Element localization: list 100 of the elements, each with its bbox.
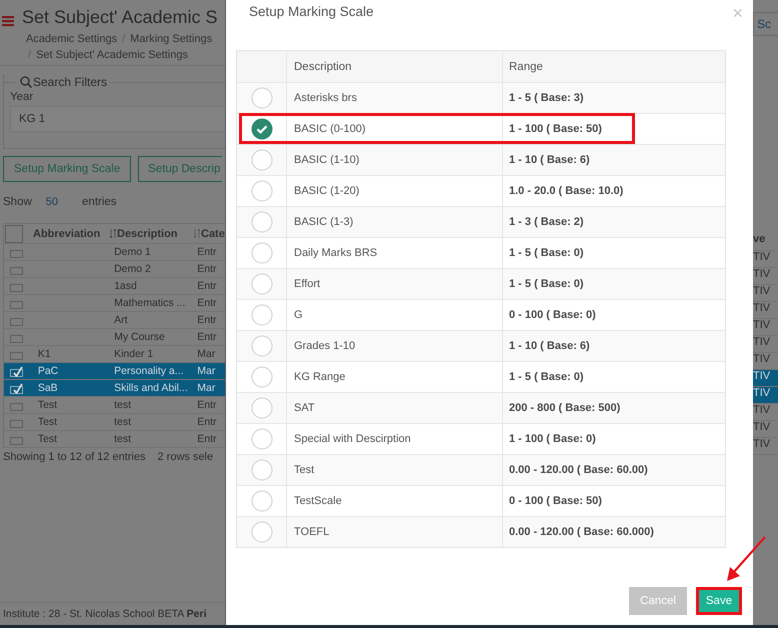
table-row[interactable]: BASIC (1-3) 1 - 3 ( Base: 2) <box>237 206 725 237</box>
radio-button[interactable] <box>250 87 272 109</box>
table-cell-text: PaC <box>36 365 60 377</box>
table-cell-text: Entr <box>197 314 218 326</box>
table-cell-text: 0.00 - 120.00 ( Base: 60.00) <box>508 463 649 478</box>
menu-icon[interactable] <box>2 15 14 27</box>
table-cell-text: Test <box>36 399 58 411</box>
table-cell-text: Entr <box>197 433 218 445</box>
table-row[interactable]: Art Entr <box>4 312 225 329</box>
sort-icon <box>110 229 116 238</box>
radio-button[interactable] <box>250 211 272 233</box>
column-header[interactable]: Abbreviation <box>31 228 110 240</box>
radio-button[interactable] <box>250 366 272 388</box>
table-cell-text: 0 - 100 ( Base: 50) <box>508 494 603 509</box>
table-cell-text: test <box>114 416 132 428</box>
radio-button[interactable] <box>250 459 272 481</box>
breadcrumb-separator: / <box>122 33 126 47</box>
table-cell-text: 1 - 10 ( Base: 6) <box>508 339 591 354</box>
institute-info: Institute : 28 - St. Nicolas School BETA Peri <box>3 608 206 620</box>
table-row[interactable]: Grades 1-10 1 - 10 ( Base: 6) <box>237 330 725 361</box>
table-cell-text: 1 - 5 ( Base: 0) <box>508 370 585 385</box>
table-cell-text: Kinder 1 <box>114 348 154 360</box>
radio-button[interactable] <box>250 149 272 171</box>
breadcrumb-link[interactable]: Set Subject' Academic Settings <box>36 49 188 65</box>
table-row[interactable]: SaB Skills and Abil... Mar <box>4 380 225 397</box>
page-length-select[interactable]: 50 <box>46 196 58 208</box>
table-cell-text: Demo 2 <box>114 263 152 275</box>
close-button[interactable]: × <box>732 4 743 22</box>
table-cell-text: Entr <box>197 297 218 309</box>
table-cell-text: Skills and Abil... <box>114 382 189 394</box>
table-cell-text: Entr <box>197 331 218 343</box>
table-row[interactable]: Demo 2 Entr <box>4 261 225 278</box>
table-row[interactable]: 1asd Entr <box>4 278 225 295</box>
table-cell: Grades 1-10 <box>287 331 503 361</box>
cancel-button[interactable]: Cancel <box>629 587 687 615</box>
radio-button[interactable] <box>250 118 272 140</box>
breadcrumb-link[interactable]: Marking Settings <box>130 33 212 49</box>
radio-button[interactable] <box>250 304 272 326</box>
column-header-text: Description <box>117 228 178 240</box>
breadcrumb-separator: / <box>28 49 32 63</box>
show-label: Show <box>3 196 32 208</box>
radio-button[interactable] <box>250 242 272 264</box>
table-cell-text: 200 - 800 ( Base: 500) <box>508 401 622 416</box>
filter-legend: Search Filters <box>33 75 108 89</box>
table-row[interactable]: My Course Entr <box>4 329 225 346</box>
table-cell: BASIC (1-10) <box>287 145 503 175</box>
table-row[interactable]: Test 0.00 - 120.00 ( Base: 60.00) <box>237 454 725 485</box>
column-header: Range <box>508 60 544 74</box>
setup-button[interactable]: Setup Marking Scale <box>3 156 132 182</box>
table-cell-text: 0 - 100 ( Base: 0) <box>508 308 597 323</box>
save-button[interactable]: Save <box>696 587 742 615</box>
select-all-checkbox[interactable] <box>5 224 23 242</box>
table-cell-text: Personality a... <box>114 365 185 377</box>
table-cell-text: test <box>114 399 132 411</box>
year-field[interactable]: KG 1 <box>10 106 225 132</box>
radio-button[interactable] <box>250 428 272 450</box>
setup-button[interactable]: Setup Descrip <box>138 156 222 182</box>
table-cell: TIV <box>753 370 778 387</box>
table-row[interactable]: PaC Personality a... Mar <box>4 363 225 380</box>
radio-button[interactable] <box>250 180 272 202</box>
table-row[interactable]: Effort 1 - 5 ( Base: 0) <box>237 268 725 299</box>
table-cell-text: Test <box>36 433 58 445</box>
table-row[interactable]: Test test Entr <box>4 431 225 448</box>
table-row[interactable]: Demo 1 Entr <box>4 244 225 261</box>
radio-button[interactable] <box>250 335 272 357</box>
table-cell-text: Entr <box>197 280 218 292</box>
table-cell-text: 0.00 - 120.00 ( Base: 60.000) <box>508 525 655 540</box>
table-cell: Asterisks brs <box>287 83 503 113</box>
table-cell-text: 1.0 - 20.0 ( Base: 10.0) <box>508 184 624 199</box>
radio-button[interactable] <box>250 397 272 419</box>
table-row[interactable]: BASIC (1-10) 1 - 10 ( Base: 6) <box>237 144 725 175</box>
radio-button[interactable] <box>250 490 272 512</box>
breadcrumb-link[interactable]: Academic Settings <box>26 33 118 49</box>
table-row[interactable]: Mathematics ... Entr <box>4 295 225 312</box>
radio-button[interactable] <box>250 273 272 295</box>
column-header[interactable]: Cate <box>194 228 222 240</box>
table-row[interactable]: Test test Entr <box>4 397 225 414</box>
table-cell: SAT <box>287 393 503 423</box>
table-row[interactable]: Test test Entr <box>4 414 225 431</box>
table-row[interactable]: SAT 200 - 800 ( Base: 500) <box>237 392 725 423</box>
table-cell-text: Art <box>114 314 128 326</box>
page-title: Set Subject' Academic S <box>22 6 218 28</box>
table-cell-text: 1 - 100 ( Base: 0) <box>508 432 597 447</box>
column-header[interactable]: Description <box>110 228 194 240</box>
arrow-annotation <box>725 535 767 583</box>
field-label: Year <box>10 91 34 103</box>
table-cell-text: My Course <box>114 331 166 343</box>
table-cell-text: Test <box>36 416 58 428</box>
table-cell: Effort <box>287 269 503 299</box>
table-row[interactable]: TOEFL 0.00 - 120.00 ( Base: 60.000) <box>237 516 725 547</box>
table-cell-text: 1asd <box>114 280 138 292</box>
table-cell-text: test <box>114 433 132 445</box>
radio-button[interactable] <box>250 521 272 543</box>
table-row[interactable]: Asterisks brs 1 - 5 ( Base: 3) <box>237 82 725 113</box>
search-icon <box>20 76 32 88</box>
table-cell-text: Mar <box>197 348 216 360</box>
table-cell-text: K1 <box>36 348 52 360</box>
row-checkbox <box>10 382 24 394</box>
table-cell: BASIC (1-3) <box>287 207 503 237</box>
table-cell: TIV <box>753 387 778 404</box>
